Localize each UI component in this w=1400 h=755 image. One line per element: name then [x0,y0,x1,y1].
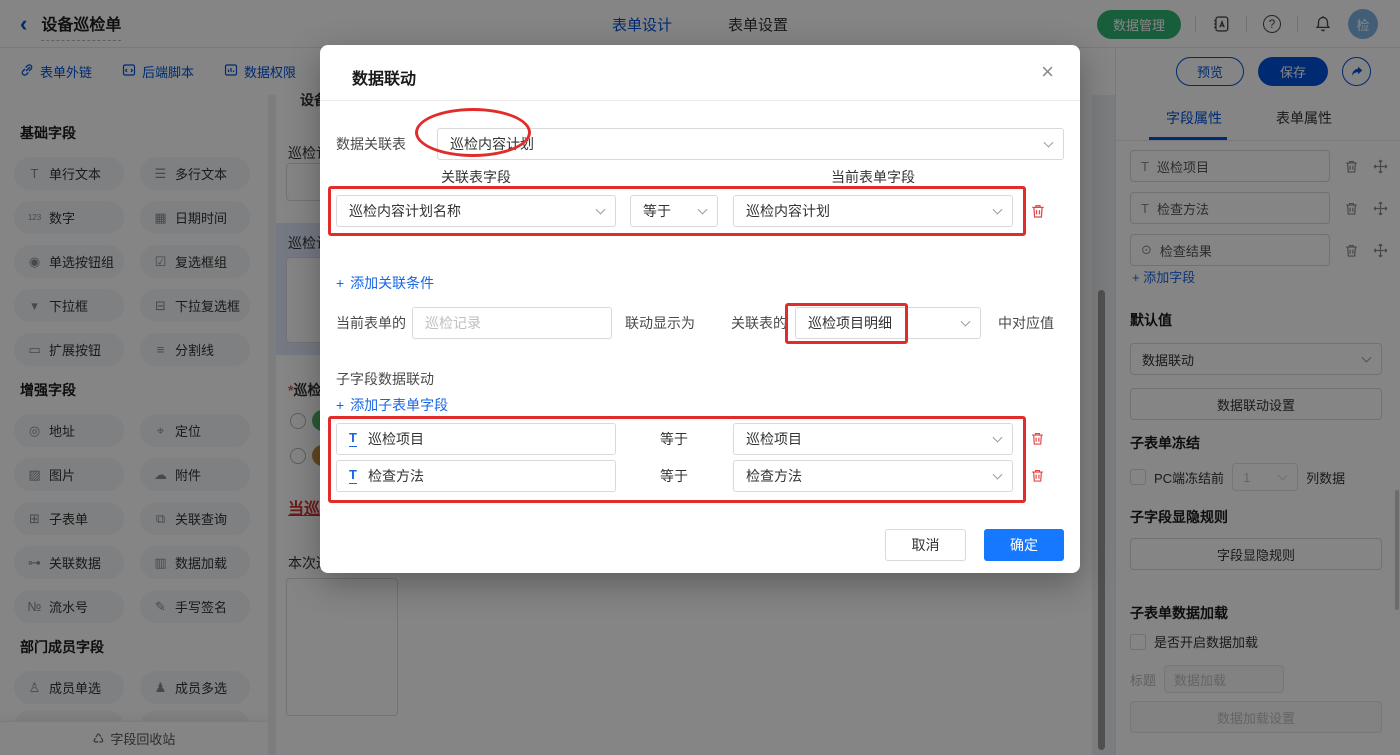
data-linkage-modal: 数据联动 × 数据关联表 巡检内容计划 关联表字段 当前表单字段 巡检内容计划名… [320,45,1080,573]
condition-form-field-select[interactable]: 巡检内容计划 [733,195,1013,227]
delete-condition-icon[interactable] [1030,203,1046,219]
divider [320,100,1080,101]
text-field-icon: T [349,468,357,483]
chevron-down-icon [993,433,1003,443]
subfield-value-select[interactable]: 巡检项目 [733,423,1013,455]
display-table-prefix-label: 关联表的 [731,307,787,339]
subfield-section-label: 子字段数据联动 [336,363,434,395]
chevron-down-icon [1044,138,1054,148]
app-screen: ‹ 设备巡检单 表单设计 表单设置 数据管理 ? 检 [0,0,1400,755]
relation-table-label: 数据关联表 [336,128,406,160]
display-suffix-label: 中对应值 [998,307,1054,339]
add-subfield-link[interactable]: + 添加子表单字段 [336,395,448,415]
confirm-button[interactable]: 确定 [984,529,1064,561]
subfield-name-box[interactable]: T检查方法 [336,460,616,492]
chevron-down-icon [993,205,1003,215]
chevron-down-icon [596,205,606,215]
col-header-form-field: 当前表单字段 [733,167,1013,187]
chevron-down-icon [698,205,708,215]
close-icon[interactable]: × [1041,61,1054,83]
subfield-name-box[interactable]: T巡检项目 [336,423,616,455]
add-condition-link[interactable]: + 添加关联条件 [336,273,434,293]
display-table-field-select[interactable]: 巡检项目明细 [795,307,981,339]
relation-table-select[interactable]: 巡检内容计划 [437,128,1064,160]
chevron-down-icon [993,470,1003,480]
subfield-value-select[interactable]: 检查方法 [733,460,1013,492]
display-middle-label: 联动显示为 [625,307,695,339]
condition-field-select[interactable]: 巡检内容计划名称 [336,195,616,227]
subfield-operator-label: 等于 [660,423,688,455]
display-prefix-label: 当前表单的 [336,307,406,339]
cancel-button[interactable]: 取消 [885,529,966,561]
subfield-operator-label: 等于 [660,460,688,492]
display-field-input[interactable]: 巡检记录 [412,307,612,339]
delete-subfield-icon[interactable] [1030,431,1045,446]
col-header-relation-field: 关联表字段 [336,167,616,187]
modal-title: 数据联动 [352,65,416,89]
condition-operator-select[interactable]: 等于 [630,195,718,227]
delete-subfield-icon[interactable] [1030,468,1045,483]
text-field-icon: T [349,431,357,446]
chevron-down-icon [961,317,971,327]
